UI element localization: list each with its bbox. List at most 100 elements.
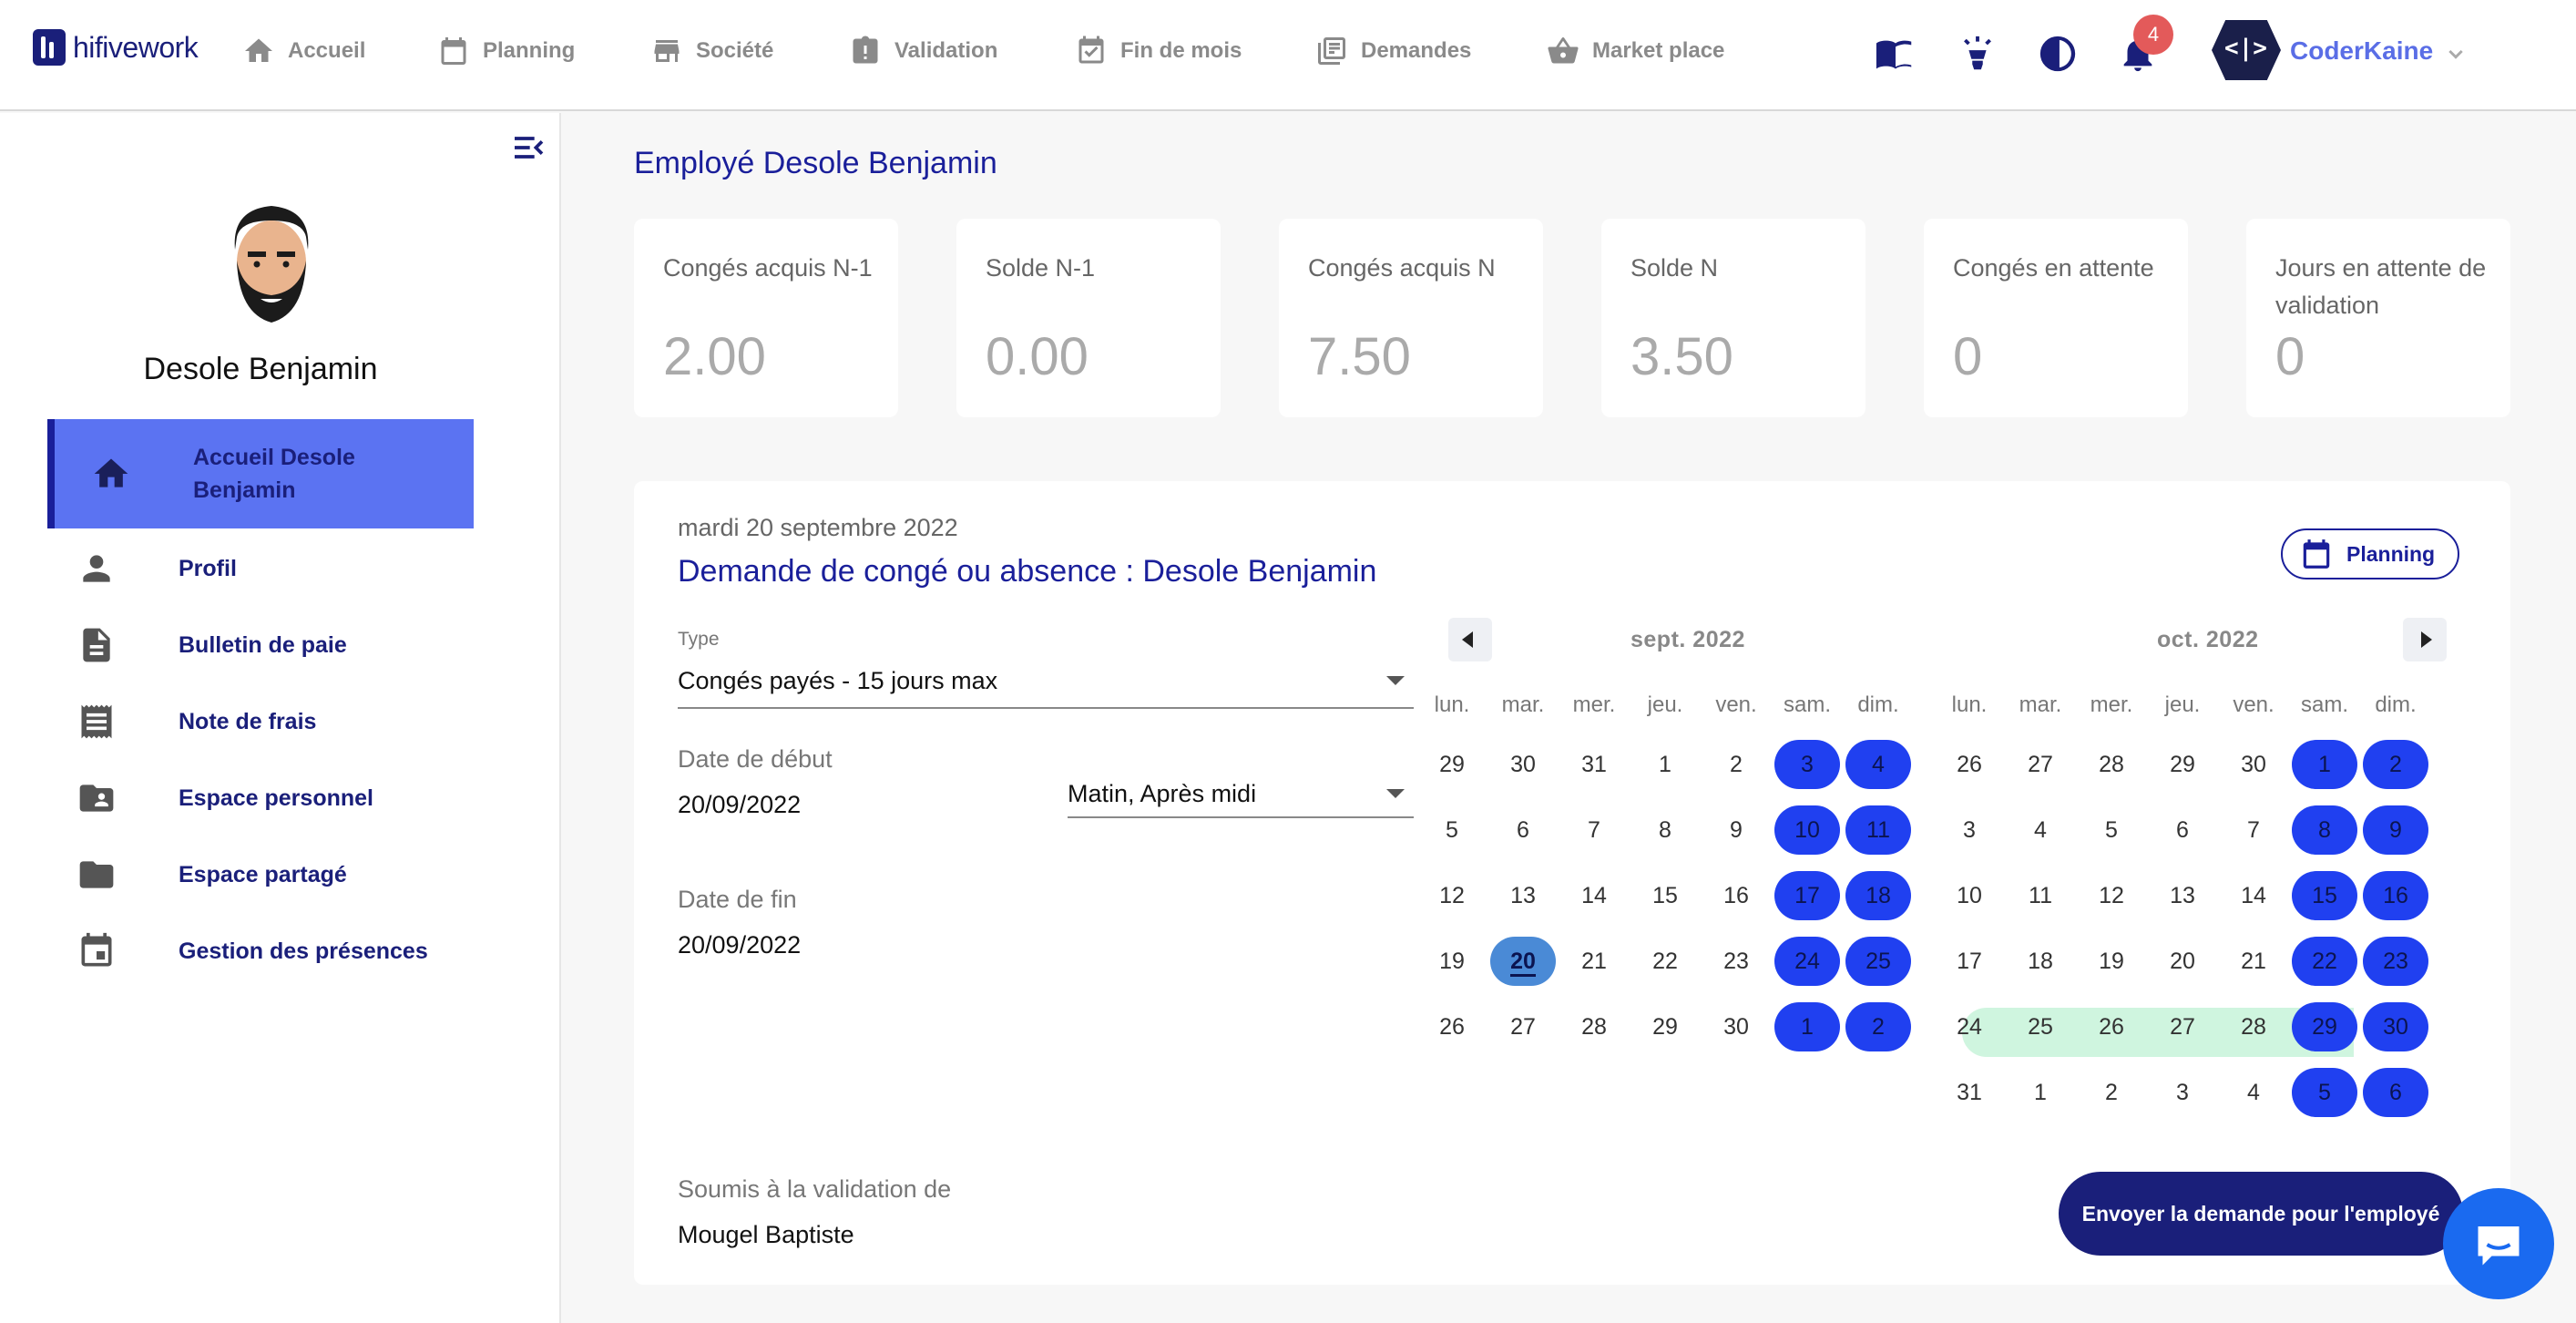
calendar-day[interactable]: 14 [2221, 871, 2286, 920]
calendar-day[interactable]: 6 [2363, 1068, 2428, 1117]
nav-accueil[interactable]: Accueil [242, 35, 365, 67]
calendar-day[interactable]: 25 [2008, 1002, 2073, 1051]
calendar-day[interactable]: 26 [2079, 1002, 2144, 1051]
planning-button[interactable]: Planning [2281, 528, 2459, 579]
nav-fin-de-mois[interactable]: Fin de mois [1075, 35, 1242, 67]
nav-market-place[interactable]: Market place [1547, 35, 1724, 67]
calendar-day[interactable]: 30 [1490, 740, 1556, 789]
collapse-menu-icon[interactable] [510, 129, 547, 166]
calendar-day[interactable]: 6 [1490, 805, 1556, 855]
sidebar-item-espace-partage[interactable]: Espace partagé [47, 853, 474, 897]
calendar-day[interactable]: 5 [1419, 805, 1485, 855]
calendar-prev-button[interactable] [1448, 618, 1492, 662]
calendar-day[interactable]: 6 [2150, 805, 2215, 855]
user-name[interactable]: CoderKaine [2290, 36, 2433, 66]
calendar-day[interactable]: 26 [1419, 1002, 1485, 1051]
calendar-day[interactable]: 5 [2079, 805, 2144, 855]
nav-validation[interactable]: Validation [849, 35, 997, 67]
tips-button[interactable] [1957, 33, 1998, 75]
calendar-day[interactable]: 5 [2292, 1068, 2357, 1117]
sidebar-item-profil[interactable]: Profil [47, 547, 474, 590]
calendar-day[interactable]: 10 [1937, 871, 2002, 920]
calendar-next-button[interactable] [2403, 618, 2447, 662]
calendar-day[interactable]: 24 [1774, 937, 1840, 986]
calendar-day-today[interactable]: 20 [1490, 937, 1556, 986]
theme-contrast-button[interactable] [2037, 33, 2079, 75]
calendar-day[interactable]: 28 [2221, 1002, 2286, 1051]
calendar-day[interactable]: 21 [2221, 937, 2286, 986]
start-date-input[interactable]: 20/09/2022 [678, 791, 801, 819]
calendar-day[interactable]: 20 [2150, 937, 2215, 986]
calendar-day[interactable]: 18 [1845, 871, 1911, 920]
chevron-down-icon[interactable] [1386, 676, 1405, 685]
calendar-day[interactable]: 27 [2150, 1002, 2215, 1051]
calendar-day[interactable]: 11 [1845, 805, 1911, 855]
calendar-day[interactable]: 11 [2008, 871, 2073, 920]
calendar-day[interactable]: 22 [2292, 937, 2357, 986]
calendar-day[interactable]: 30 [2363, 1002, 2428, 1051]
calendar-day[interactable]: 10 [1774, 805, 1840, 855]
app-logo[interactable]: hifivework [33, 29, 199, 66]
calendar-day[interactable]: 9 [2363, 805, 2428, 855]
sidebar-item-espace-personnel[interactable]: Espace personnel [47, 776, 474, 820]
user-avatar[interactable]: <|> [2212, 20, 2281, 80]
calendar-day[interactable]: 27 [2008, 740, 2073, 789]
calendar-day[interactable]: 2 [2079, 1068, 2144, 1117]
nav-societe[interactable]: Société [650, 35, 773, 67]
calendar-day[interactable]: 31 [1561, 740, 1627, 789]
calendar-day[interactable]: 23 [1703, 937, 1769, 986]
calendar-day[interactable]: 7 [2221, 805, 2286, 855]
sidebar-item-gestion-presences[interactable]: Gestion des présences [47, 929, 474, 973]
type-select-value[interactable]: Congés payés - 15 jours max [678, 667, 997, 695]
calendar-day[interactable]: 19 [1419, 937, 1485, 986]
calendar-day[interactable]: 15 [2292, 871, 2357, 920]
calendar-day[interactable]: 7 [1561, 805, 1627, 855]
chevron-down-icon[interactable] [2441, 40, 2470, 69]
calendar-day[interactable]: 28 [1561, 1002, 1627, 1051]
calendar-day[interactable]: 13 [2150, 871, 2215, 920]
calendar-day[interactable]: 1 [1632, 740, 1698, 789]
calendar-day[interactable]: 9 [1703, 805, 1769, 855]
calendar-day[interactable]: 29 [1419, 740, 1485, 789]
calendar-day[interactable]: 17 [1937, 937, 2002, 986]
nav-planning[interactable]: Planning [437, 35, 575, 67]
calendar-day[interactable]: 1 [2008, 1068, 2073, 1117]
calendar-day[interactable]: 13 [1490, 871, 1556, 920]
calendar-day[interactable]: 19 [2079, 937, 2144, 986]
calendar-day[interactable]: 1 [2292, 740, 2357, 789]
calendar-day[interactable]: 1 [1774, 1002, 1840, 1051]
calendar-day[interactable]: 8 [1632, 805, 1698, 855]
calendar-day[interactable]: 2 [1845, 1002, 1911, 1051]
calendar-day[interactable]: 18 [2008, 937, 2073, 986]
sidebar-item-note-de-frais[interactable]: Note de frais [47, 700, 474, 744]
calendar-day[interactable]: 27 [1490, 1002, 1556, 1051]
calendar-day[interactable]: 12 [1419, 871, 1485, 920]
calendar-day[interactable]: 3 [2150, 1068, 2215, 1117]
calendar-day[interactable]: 8 [2292, 805, 2357, 855]
calendar-day[interactable]: 4 [2221, 1068, 2286, 1117]
calendar-day[interactable]: 2 [1703, 740, 1769, 789]
period-select-value[interactable]: Matin, Après midi [1068, 780, 1256, 808]
sidebar-item-accueil[interactable]: Accueil Desole Benjamin [47, 419, 474, 528]
calendar-day[interactable]: 3 [1937, 805, 2002, 855]
calendar-day[interactable]: 21 [1561, 937, 1627, 986]
help-book-button[interactable] [1875, 33, 1917, 75]
calendar-day[interactable]: 2 [2363, 740, 2428, 789]
calendar-day[interactable]: 15 [1632, 871, 1698, 920]
calendar-day[interactable]: 30 [1703, 1002, 1769, 1051]
calendar-day[interactable]: 16 [1703, 871, 1769, 920]
chat-support-button[interactable] [2443, 1188, 2554, 1299]
calendar-day[interactable]: 24 [1937, 1002, 2002, 1051]
calendar-day[interactable]: 16 [2363, 871, 2428, 920]
calendar-day[interactable]: 14 [1561, 871, 1627, 920]
chevron-down-icon[interactable] [1386, 789, 1405, 798]
calendar-day[interactable]: 28 [2079, 740, 2144, 789]
end-date-input[interactable]: 20/09/2022 [678, 931, 801, 959]
calendar-day[interactable]: 23 [2363, 937, 2428, 986]
calendar-day[interactable]: 4 [1845, 740, 1911, 789]
calendar-day[interactable]: 4 [2008, 805, 2073, 855]
calendar-day[interactable]: 30 [2221, 740, 2286, 789]
calendar-day[interactable]: 29 [2292, 1002, 2357, 1051]
sidebar-item-bulletin[interactable]: Bulletin de paie [47, 623, 474, 667]
calendar-day[interactable]: 29 [2150, 740, 2215, 789]
